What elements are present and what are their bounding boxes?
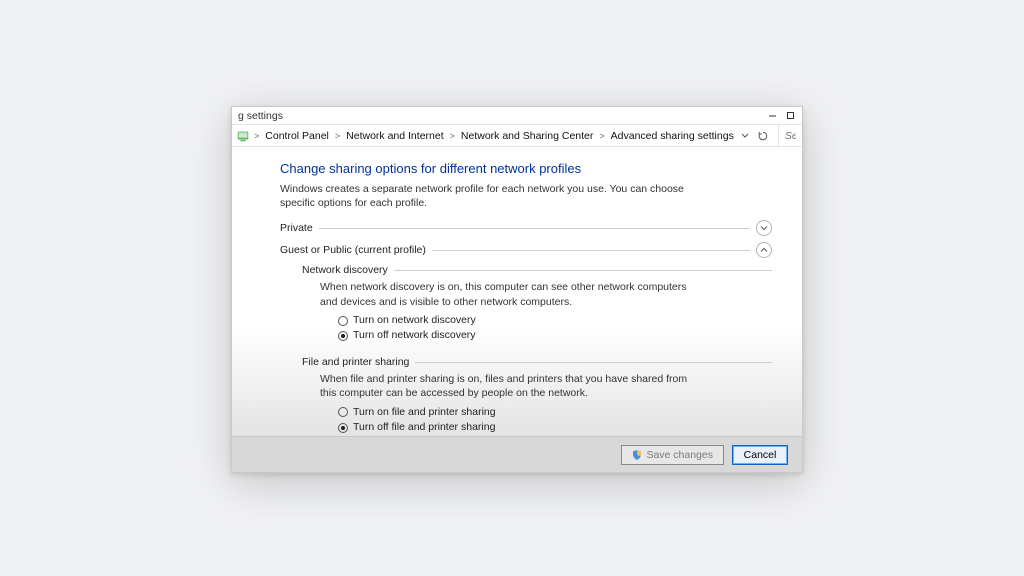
radio-label: Turn on network discovery bbox=[353, 313, 476, 329]
radio-label: Turn off network discovery bbox=[353, 328, 476, 344]
radio-icon bbox=[338, 423, 348, 433]
chevron-right-icon: > bbox=[252, 131, 261, 141]
chevron-right-icon: > bbox=[597, 131, 606, 141]
radio-label: Turn on file and printer sharing bbox=[353, 405, 496, 421]
section-label: Private bbox=[280, 222, 319, 234]
radio-icon bbox=[338, 407, 348, 417]
window-title: g settings bbox=[238, 110, 283, 122]
radio-fp-on[interactable]: Turn on file and printer sharing bbox=[338, 405, 772, 421]
section-guest-public[interactable]: Guest or Public (current profile) bbox=[280, 242, 772, 258]
shield-icon bbox=[632, 450, 642, 460]
breadcrumb-item[interactable]: Network and Sharing Center bbox=[459, 130, 596, 142]
breadcrumb-item[interactable]: Advanced sharing settings bbox=[609, 130, 736, 142]
dialog-footer: Save changes Cancel bbox=[232, 436, 802, 472]
search-box[interactable] bbox=[778, 125, 802, 146]
subsection-title: File and printer sharing bbox=[302, 356, 415, 368]
subsection-description: When file and printer sharing is on, fil… bbox=[320, 372, 700, 400]
button-label: Save changes bbox=[646, 449, 713, 461]
chevron-right-icon: > bbox=[333, 131, 342, 141]
minimize-button[interactable] bbox=[764, 109, 780, 123]
chevron-up-icon[interactable] bbox=[756, 242, 772, 258]
breadcrumb[interactable]: > Control Panel > Network and Internet >… bbox=[232, 125, 778, 146]
button-label: Cancel bbox=[744, 449, 777, 461]
address-bar: > Control Panel > Network and Internet >… bbox=[232, 125, 802, 147]
content-area: Change sharing options for different net… bbox=[232, 147, 802, 436]
radio-fp-off[interactable]: Turn off file and printer sharing bbox=[338, 420, 772, 436]
control-panel-window: g settings > Control Panel > Network and… bbox=[231, 106, 803, 473]
search-input[interactable] bbox=[785, 130, 796, 142]
subsection-title: Network discovery bbox=[302, 264, 394, 276]
subsection-description: When network discovery is on, this compu… bbox=[320, 280, 700, 308]
refresh-button[interactable] bbox=[756, 129, 770, 143]
control-panel-icon bbox=[236, 129, 250, 143]
section-private[interactable]: Private bbox=[280, 220, 772, 236]
radio-nd-off[interactable]: Turn off network discovery bbox=[338, 328, 772, 344]
chevron-down-icon[interactable] bbox=[756, 220, 772, 236]
subsection-file-printer-sharing: File and printer sharing When file and p… bbox=[302, 356, 772, 436]
subsection-network-discovery: Network discovery When network discovery… bbox=[302, 264, 772, 344]
radio-icon bbox=[338, 316, 348, 326]
titlebar: g settings bbox=[232, 107, 802, 125]
chevron-right-icon: > bbox=[448, 131, 457, 141]
breadcrumb-item[interactable]: Control Panel bbox=[263, 130, 331, 142]
radio-label: Turn off file and printer sharing bbox=[353, 420, 495, 436]
radio-icon bbox=[338, 331, 348, 341]
section-label: Guest or Public (current profile) bbox=[280, 244, 432, 256]
addr-dropdown-button[interactable] bbox=[738, 129, 752, 143]
radio-nd-on[interactable]: Turn on network discovery bbox=[338, 313, 772, 329]
cancel-button[interactable]: Cancel bbox=[732, 445, 788, 465]
page-description: Windows creates a separate network profi… bbox=[280, 182, 700, 210]
breadcrumb-item[interactable]: Network and Internet bbox=[344, 130, 445, 142]
maximize-button[interactable] bbox=[782, 109, 798, 123]
save-changes-button[interactable]: Save changes bbox=[621, 445, 724, 465]
page-title: Change sharing options for different net… bbox=[280, 161, 772, 176]
